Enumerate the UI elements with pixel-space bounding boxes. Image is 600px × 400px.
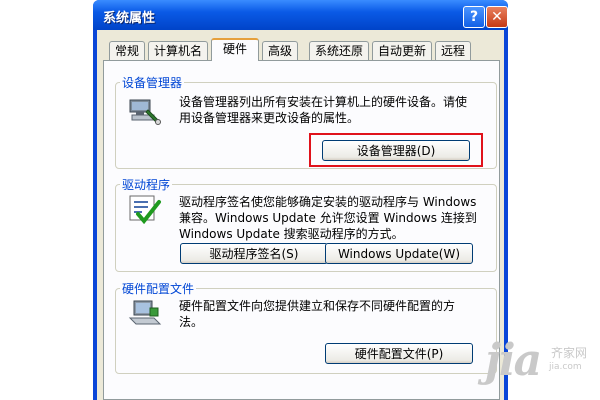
watermark-url: jia.com (549, 362, 582, 372)
window-title: 系统属性 (103, 11, 156, 26)
hardware-profiles-desc-line1: 硬件配置文件向您提供建立和保存不同硬件配置的方 (179, 299, 456, 313)
jia-watermark: jia 齐家网 jia.com (485, 330, 595, 395)
device-manager-button[interactable]: 设备管理器(D) (322, 140, 470, 161)
hardware-profile-icon (128, 300, 162, 325)
drivers-desc-line2: 兼容。Windows Update 允许您设置 Windows 连接到 (179, 211, 477, 225)
help-button[interactable]: ? (463, 6, 485, 28)
drivers-group-title: 驱动程序 (122, 178, 171, 192)
system-properties-window: 系统属性 ? ✕ 常规 计算机名 硬件 高级 系统还原 自动更新 远程 设备管理… (93, 0, 508, 400)
tab-remote[interactable]: 远程 (435, 41, 471, 60)
title-bar[interactable]: 系统属性 ? ✕ (93, 0, 508, 30)
tab-general[interactable]: 常规 (109, 41, 145, 60)
tab-hardware[interactable]: 硬件 (211, 38, 259, 61)
device-manager-desc-line1: 设备管理器列出所有安装在计算机上的硬件设备。请使 (179, 95, 468, 109)
watermark-logo: jia (485, 335, 542, 386)
windows-update-button[interactable]: Windows Update(W) (325, 243, 473, 264)
tab-advanced[interactable]: 高级 (262, 41, 298, 60)
device-manager-desc-line2: 用设备管理器来更改设备的属性。 (179, 111, 360, 125)
tab-computer-name[interactable]: 计算机名 (148, 41, 208, 60)
tab-automatic-updates[interactable]: 自动更新 (372, 41, 432, 60)
device-manager-icon (129, 99, 161, 125)
drivers-desc-line3: Windows Update 搜索驱动程序的方式。 (179, 227, 404, 241)
hardware-profiles-group-title: 硬件配置文件 (122, 282, 195, 296)
hardware-profiles-desc-line2: 法。 (179, 315, 204, 329)
drivers-desc-line1: 驱动程序签名使您能够确定安装的驱动程序与 Windows (179, 195, 477, 209)
close-button[interactable]: ✕ (486, 6, 508, 28)
tab-system-restore[interactable]: 系统还原 (309, 41, 369, 60)
watermark-cn: 齐家网 (551, 346, 588, 360)
driver-signing-button[interactable]: 驱动程序签名(S) (180, 243, 328, 264)
driver-checklist-icon (129, 195, 161, 224)
dialog-client-area: 常规 计算机名 硬件 高级 系统还原 自动更新 远程 设备管理器 设备管理器列出… (97, 30, 504, 400)
device-manager-group-title: 设备管理器 (122, 76, 183, 90)
hardware-profiles-button[interactable]: 硬件配置文件(P) (325, 343, 473, 364)
